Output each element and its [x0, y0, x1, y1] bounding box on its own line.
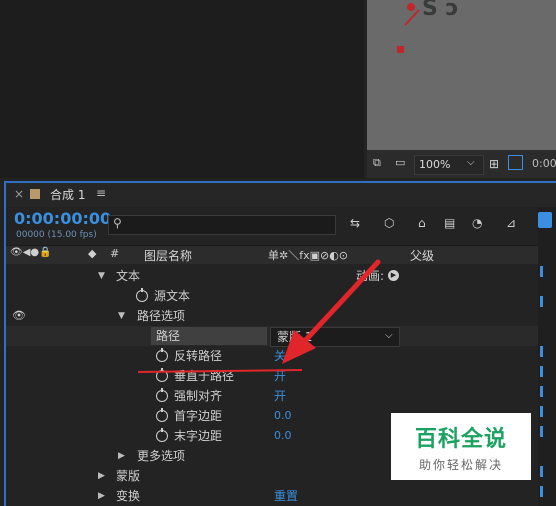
watermark-subtitle: 助你轻松解决 [418, 458, 503, 472]
red-arrow-shaft [299, 259, 381, 347]
watermark-logo: 百科全说 助你轻松解决 [391, 413, 531, 480]
red-underline [137, 369, 303, 373]
watermark-title: 百科全说 [414, 427, 507, 452]
